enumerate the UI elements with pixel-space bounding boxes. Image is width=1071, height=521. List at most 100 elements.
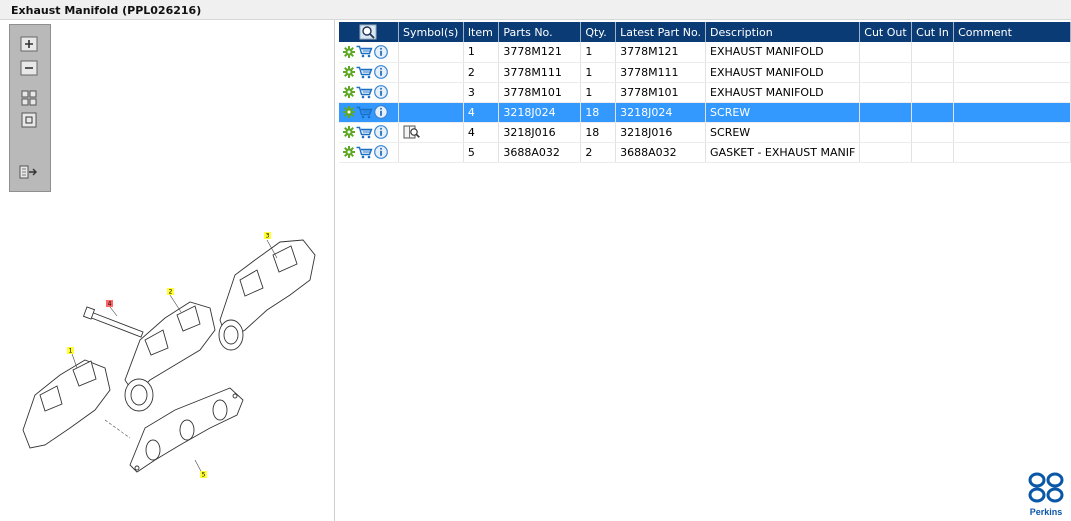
cell-qty[interactable]: 2	[580, 142, 617, 163]
cell-cut-out[interactable]	[859, 102, 913, 123]
cell-latest-part-no[interactable]: 3218J024	[615, 102, 707, 123]
column-header-description[interactable]: Description	[705, 22, 861, 42]
cell-cut-out[interactable]	[859, 142, 913, 163]
column-header-cut-in[interactable]: Cut In	[911, 22, 955, 42]
zoom-out-icon[interactable]	[18, 59, 40, 77]
export-icon[interactable]	[18, 163, 40, 181]
cell-cut-out[interactable]	[859, 82, 913, 103]
cell-description[interactable]: GASKET - EXHAUST MANIF	[705, 142, 861, 163]
cell-qty[interactable]: 1	[580, 42, 617, 63]
cell-symbols[interactable]	[398, 82, 464, 103]
cell-qty[interactable]: 18	[580, 122, 617, 143]
cell-description[interactable]: SCREW	[705, 122, 861, 143]
cart-icon[interactable]	[356, 66, 373, 79]
cell-cut-in[interactable]	[911, 102, 955, 123]
gear-icon[interactable]	[343, 86, 355, 98]
column-header-qty[interactable]: Qty.	[580, 22, 617, 42]
cell-parts-no[interactable]: 3688A032	[498, 142, 582, 163]
cell-symbols[interactable]	[398, 62, 464, 83]
info-icon[interactable]	[374, 44, 388, 59]
info-icon[interactable]	[374, 85, 388, 99]
cell-symbols[interactable]	[398, 122, 464, 143]
callout-4[interactable]: 4	[106, 300, 113, 308]
cell-comment[interactable]	[953, 102, 1071, 123]
cell-item[interactable]: 2	[463, 62, 500, 83]
cell-description[interactable]: EXHAUST MANIFOLD	[705, 42, 861, 63]
illustration-pane[interactable]: 3 2 4 1 5	[5, 20, 335, 521]
info-icon[interactable]	[374, 105, 388, 119]
column-header-parts-no[interactable]: Parts No.	[498, 22, 582, 42]
cell-comment[interactable]	[953, 142, 1071, 163]
cell-cut-in[interactable]	[911, 62, 955, 83]
cell-comment[interactable]	[953, 122, 1071, 143]
cell-item[interactable]: 4	[463, 102, 500, 123]
actual-size-icon[interactable]	[18, 111, 40, 129]
table-row[interactable]: 2 3778M111 1 3778M111 EXHAUST MANIFOLD	[339, 62, 1071, 83]
info-icon[interactable]	[374, 145, 388, 159]
cell-item[interactable]: 1	[463, 42, 500, 63]
column-header-latest-part-no[interactable]: Latest Part No.	[615, 22, 707, 42]
table-row[interactable]: 4 3218J016 18 3218J016 SCREW	[339, 122, 1071, 143]
fit-page-icon[interactable]	[18, 89, 40, 107]
cell-cut-in[interactable]	[911, 122, 955, 143]
cart-icon[interactable]	[356, 106, 373, 119]
cell-description[interactable]: EXHAUST MANIFOLD	[705, 82, 861, 103]
cell-cut-in[interactable]	[911, 142, 955, 163]
book-magnifier-icon[interactable]	[403, 125, 421, 139]
cell-qty[interactable]: 1	[580, 82, 617, 103]
cell-symbols[interactable]	[398, 42, 464, 63]
cart-icon[interactable]	[356, 146, 373, 159]
cell-cut-out[interactable]	[859, 62, 913, 83]
cell-latest-part-no[interactable]: 3688A032	[615, 142, 707, 163]
table-row[interactable]: 1 3778M121 1 3778M121 EXHAUST MANIFOLD	[339, 42, 1071, 63]
column-header-find[interactable]	[339, 22, 399, 42]
cell-item[interactable]: 3	[463, 82, 500, 103]
cell-symbols[interactable]	[398, 102, 464, 123]
cell-comment[interactable]	[953, 42, 1071, 63]
cell-symbols[interactable]	[398, 142, 464, 163]
cell-description[interactable]: SCREW	[705, 102, 861, 123]
cell-item[interactable]: 4	[463, 122, 500, 143]
cell-item[interactable]: 5	[463, 142, 500, 163]
cell-latest-part-no[interactable]: 3218J016	[615, 122, 707, 143]
gear-icon[interactable]	[343, 106, 355, 118]
cell-qty[interactable]: 18	[580, 102, 617, 123]
cell-parts-no[interactable]: 3218J024	[498, 102, 582, 123]
table-row[interactable]: 4 3218J024 18 3218J024 SCREW	[339, 102, 1071, 123]
cell-parts-no[interactable]: 3778M121	[498, 42, 582, 63]
gear-icon[interactable]	[343, 45, 355, 58]
cell-parts-no[interactable]: 3778M101	[498, 82, 582, 103]
cell-cut-out[interactable]	[859, 122, 913, 143]
column-header-symbols[interactable]: Symbol(s)	[398, 22, 464, 42]
callout-3[interactable]: 3	[264, 232, 271, 240]
cart-icon[interactable]	[356, 126, 373, 139]
column-header-cut-out[interactable]: Cut Out	[859, 22, 913, 42]
zoom-in-icon[interactable]	[18, 35, 40, 53]
cell-latest-part-no[interactable]: 3778M121	[615, 42, 707, 63]
cell-description[interactable]: EXHAUST MANIFOLD	[705, 62, 861, 83]
cell-cut-in[interactable]	[911, 42, 955, 63]
cell-comment[interactable]	[953, 82, 1071, 103]
cell-cut-out[interactable]	[859, 42, 913, 63]
gear-icon[interactable]	[343, 66, 355, 78]
cell-parts-no[interactable]: 3778M111	[498, 62, 582, 83]
info-icon[interactable]	[374, 65, 388, 79]
column-header-item[interactable]: Item	[463, 22, 500, 42]
callout-1[interactable]: 1	[67, 347, 74, 355]
table-row[interactable]: 3 3778M101 1 3778M101 EXHAUST MANIFOLD	[339, 82, 1071, 103]
cell-cut-in[interactable]	[911, 82, 955, 103]
gear-icon[interactable]	[343, 146, 355, 158]
exploded-diagram[interactable]: 3 2 4 1 5	[5, 200, 335, 521]
cell-qty[interactable]: 1	[580, 62, 617, 83]
table-row[interactable]: 5 3688A032 2 3688A032 GASKET - EXHAUST MANIF	[339, 142, 1071, 163]
magnifier-icon[interactable]	[359, 24, 377, 40]
callout-2[interactable]: 2	[167, 288, 174, 296]
callout-5[interactable]: 5	[200, 471, 207, 479]
cell-parts-no[interactable]: 3218J016	[498, 122, 582, 143]
cell-latest-part-no[interactable]: 3778M111	[615, 62, 707, 83]
cart-icon[interactable]	[356, 45, 373, 58]
info-icon[interactable]	[374, 125, 388, 139]
column-header-comment[interactable]: Comment	[953, 22, 1071, 42]
cart-icon[interactable]	[356, 86, 373, 99]
gear-icon[interactable]	[343, 126, 355, 138]
